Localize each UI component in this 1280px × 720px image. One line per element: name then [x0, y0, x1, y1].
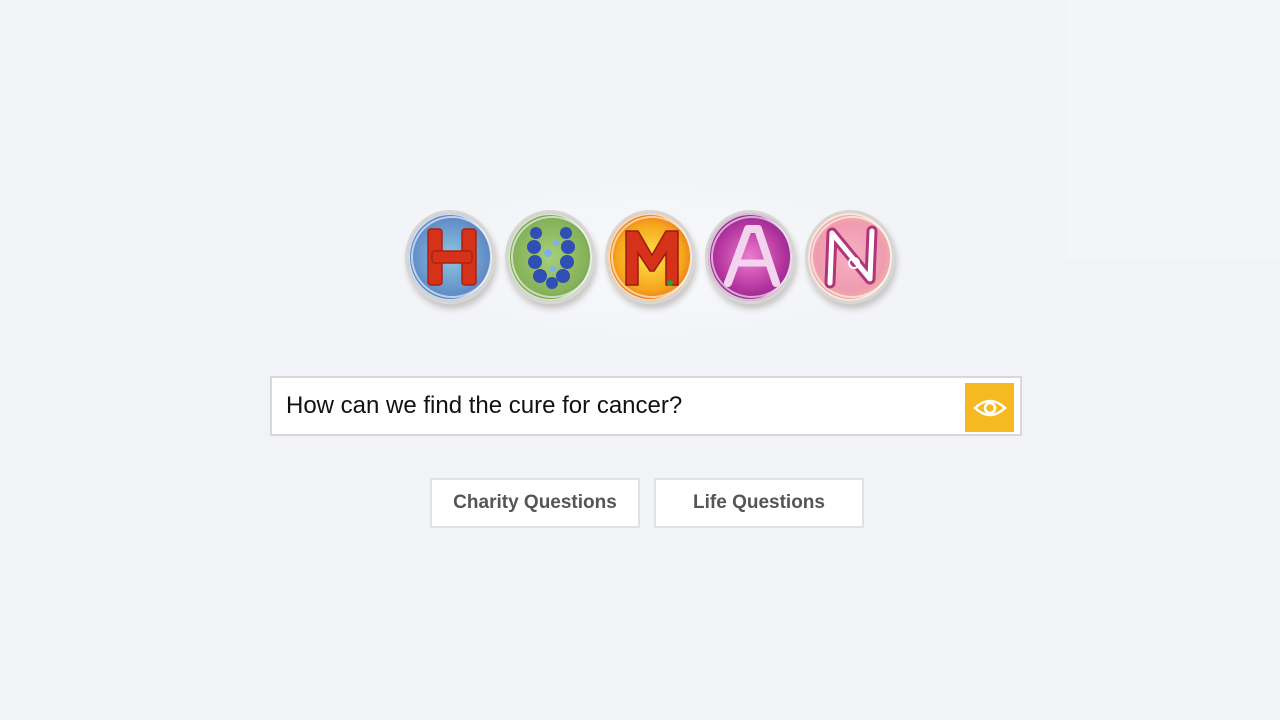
search-box — [270, 376, 1022, 436]
petri-dish-u — [505, 210, 595, 304]
life-questions-label: Life Questions — [693, 492, 825, 513]
background-panel — [1066, 0, 1280, 260]
charity-questions-button[interactable]: Charity Questions — [430, 478, 640, 528]
page: Charity Questions Life Questions — [0, 0, 1280, 720]
petri-dish-a — [705, 210, 795, 304]
search-button[interactable] — [965, 383, 1014, 432]
search-input[interactable] — [286, 378, 966, 434]
petri-dish-n — [805, 210, 895, 304]
petri-dish-m — [605, 210, 695, 304]
charity-questions-label: Charity Questions — [453, 492, 617, 513]
human-logo — [405, 210, 895, 306]
eye-icon — [972, 399, 1007, 416]
petri-dish-h — [405, 210, 495, 304]
life-questions-button[interactable]: Life Questions — [654, 478, 864, 528]
